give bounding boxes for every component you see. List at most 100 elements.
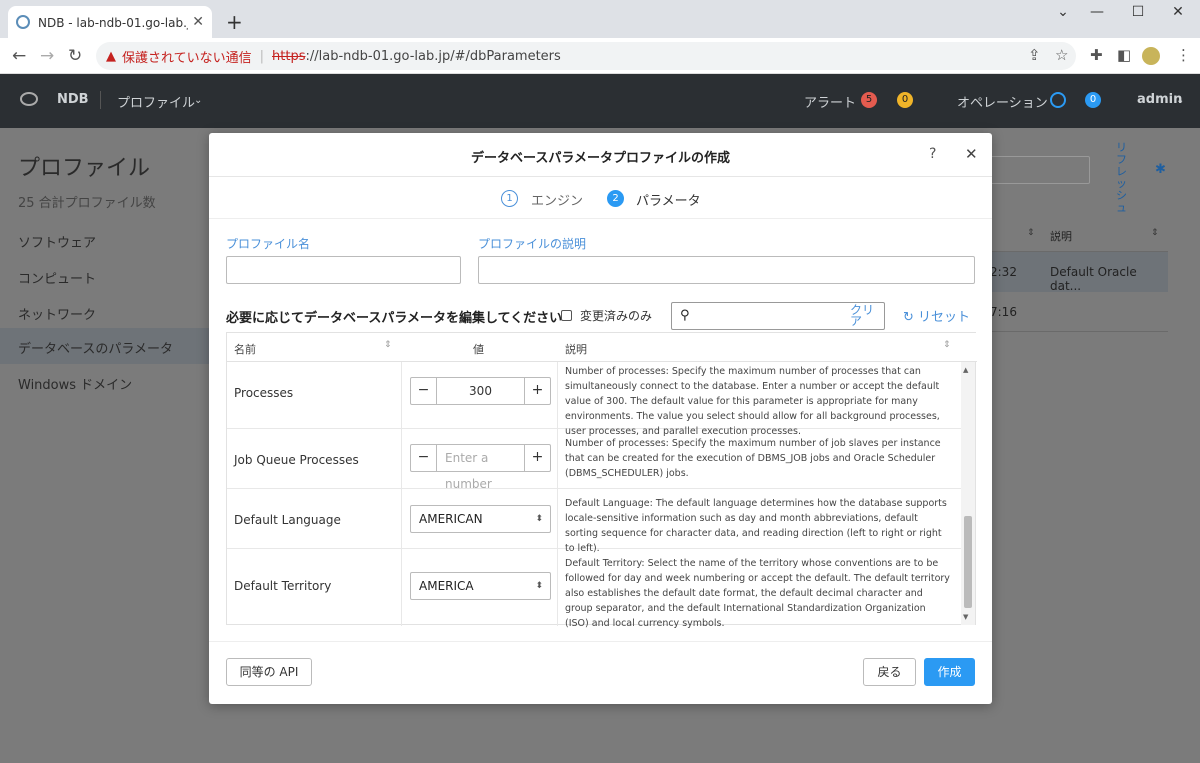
reset-link[interactable]: ↻ リセット: [903, 306, 970, 325]
create-button[interactable]: 作成: [924, 658, 975, 686]
modal-header: データベースパラメータプロファイルの作成 ? ✕: [209, 133, 992, 177]
param-name: Processes: [234, 386, 294, 400]
divider: [100, 91, 101, 109]
nav-item-compute[interactable]: コンピュート: [0, 258, 210, 294]
param-name: Default Language: [234, 513, 341, 527]
param-description: Default Language: The default language d…: [565, 498, 947, 554]
bookmark-star-icon[interactable]: ☆: [1055, 46, 1068, 64]
background-search: [990, 156, 1090, 184]
increment-button[interactable]: +: [525, 378, 550, 404]
sort-icon[interactable]: ⇕: [384, 340, 392, 350]
decrement-button[interactable]: −: [411, 445, 436, 471]
scrollbar-thumb[interactable]: [964, 516, 972, 608]
browser-tab[interactable]: NDB - lab-ndb-01.go-lab.jp - プロ ✕: [8, 6, 212, 38]
param-description: Number of processes: Specify the maximum…: [565, 366, 940, 437]
search-icon: ⚲: [680, 308, 690, 323]
table-row: Processes − 300 + Number of processes: S…: [227, 362, 961, 437]
sort-icon[interactable]: ⇕: [943, 340, 951, 350]
operations-spinner-icon: [1050, 92, 1066, 108]
profiles-menu[interactable]: プロファイル: [117, 92, 195, 111]
close-icon[interactable]: ✕: [965, 145, 978, 163]
step-1-number[interactable]: 1: [501, 190, 518, 207]
processes-stepper[interactable]: − 300 +: [410, 377, 551, 405]
changed-only-checkbox[interactable]: [561, 310, 572, 321]
step-2-label[interactable]: パラメータ: [636, 190, 701, 209]
background-table-row: 2:32 Default Oracle dat...: [990, 252, 1168, 293]
column-description-header[interactable]: 説明: [565, 341, 587, 357]
database-favicon-icon: [16, 15, 30, 29]
column-name-header[interactable]: 名前: [234, 341, 256, 357]
profile-name-input[interactable]: [226, 256, 461, 284]
step-1-label[interactable]: エンジン: [531, 190, 583, 209]
page-title: プロファイル: [18, 156, 151, 181]
alerts-warning-badge[interactable]: 0: [897, 92, 913, 108]
select-value: AMERICAN: [419, 512, 483, 526]
profile-description-input[interactable]: [478, 256, 975, 284]
divider: |: [259, 48, 265, 64]
close-window-icon[interactable]: ✕: [1158, 4, 1198, 20]
parameters-table: 名前 ⇕ 値 説明 ⇕ Processes − 300 + Number of …: [226, 332, 977, 629]
param-description: Default Territory: Select the name of th…: [565, 558, 950, 629]
operations-badge[interactable]: 0: [1085, 92, 1101, 108]
decrement-button[interactable]: −: [411, 378, 436, 404]
operations-label[interactable]: オペレーション: [957, 92, 1048, 111]
chevron-down-icon: ⌄: [1176, 95, 1185, 106]
select-caret-icon: ⬍: [535, 514, 543, 524]
stepper-input[interactable]: Enter a number: [436, 445, 525, 491]
close-tab-icon[interactable]: ✕: [192, 14, 204, 30]
alerts-label[interactable]: アラート: [804, 92, 856, 111]
row-time: 7:16: [990, 305, 1017, 319]
clear-search-link[interactable]: クリア: [850, 304, 878, 327]
url-scheme: https: [272, 48, 306, 64]
alerts-critical-badge[interactable]: 5: [861, 92, 877, 108]
background-table-row: 7:16: [990, 292, 1168, 332]
equivalent-api-button[interactable]: 同等の API: [226, 658, 312, 686]
default-language-select[interactable]: AMERICAN ⬍: [410, 505, 551, 533]
brand-label: NDB: [57, 92, 89, 107]
nav-item-windows-domain[interactable]: Windows ドメイン: [0, 364, 210, 400]
back-button[interactable]: 戻る: [863, 658, 916, 686]
settings-gear-icon[interactable]: ✱: [1155, 162, 1166, 177]
row-description: Default Oracle dat...: [1050, 265, 1137, 293]
profile-count: 25 合計プロファイル数: [18, 196, 156, 211]
app-navbar: NDB プロファイル ⌄ アラート 5 0 オペレーション 0 admin ⌄: [0, 74, 1200, 128]
share-icon[interactable]: ⇪: [1028, 46, 1041, 64]
minimize-icon[interactable]: —: [1077, 4, 1117, 20]
reload-icon[interactable]: ↻: [68, 46, 82, 66]
param-description: Number of processes: Specify the maximum…: [565, 438, 941, 479]
modal-title: データベースパラメータプロファイルの作成: [471, 151, 730, 166]
nav-item-db-parameters[interactable]: データベースのパラメータ: [0, 328, 210, 364]
stepper-value[interactable]: 300: [436, 378, 525, 404]
refresh-link[interactable]: リフレッシュ: [1116, 142, 1130, 214]
new-tab-icon[interactable]: +: [226, 10, 243, 34]
table-row: Job Queue Processes − Enter a number + N…: [227, 429, 961, 491]
address-bar[interactable]: ▲ 保護されていない通信 | https ://lab-ndb-01.go-la…: [96, 42, 1076, 70]
help-icon[interactable]: ?: [929, 146, 936, 162]
nav-item-network[interactable]: ネットワーク: [0, 294, 210, 330]
url-text: ://lab-ndb-01.go-lab.jp/#/dbParameters: [305, 48, 561, 64]
extensions-icon[interactable]: ✚: [1090, 46, 1103, 64]
left-nav: プロファイル 25 合計プロファイル数 ソフトウェア コンピュート ネットワーク…: [0, 128, 210, 763]
default-territory-select[interactable]: AMERICA ⬍: [410, 572, 551, 600]
edit-parameters-heading: 必要に応じてデータベースパラメータを編集してください: [226, 311, 563, 326]
step-2-number[interactable]: 2: [607, 190, 624, 207]
changed-only-label[interactable]: 変更済みのみ: [580, 307, 652, 324]
nav-item-software[interactable]: ソフトウェア: [0, 222, 210, 258]
menu-kebab-icon[interactable]: ⋮: [1176, 46, 1191, 64]
chevron-down-icon: ⌄: [194, 95, 203, 106]
table-scrollbar[interactable]: ▲ ▼: [961, 362, 975, 625]
profile-description-label: プロファイルの説明: [478, 237, 587, 251]
scroll-up-icon[interactable]: ▲: [963, 366, 968, 374]
param-name: Job Queue Processes: [234, 453, 359, 467]
scroll-down-icon[interactable]: ▼: [963, 613, 968, 621]
increment-button[interactable]: +: [525, 445, 550, 471]
side-panel-icon[interactable]: ◧: [1117, 46, 1131, 64]
parameter-search[interactable]: ⚲ クリア: [671, 302, 885, 330]
reset-icon: ↻: [903, 310, 919, 325]
maximize-icon[interactable]: ☐: [1118, 4, 1158, 20]
wizard-steps: 1 エンジン 2 パラメータ: [209, 177, 992, 219]
job-queue-stepper[interactable]: − Enter a number +: [410, 444, 551, 491]
forward-icon[interactable]: →: [40, 46, 54, 66]
back-icon[interactable]: ←: [12, 46, 26, 66]
profile-avatar[interactable]: [1142, 47, 1160, 65]
